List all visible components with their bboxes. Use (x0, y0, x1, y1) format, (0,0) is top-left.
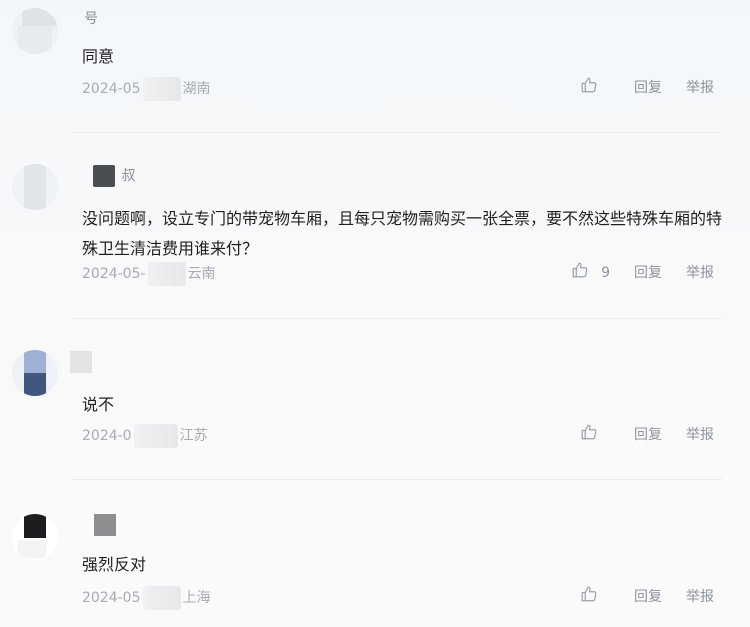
report-button[interactable]: 举报 (686, 424, 714, 446)
comment-actions: 回复 举报 (580, 77, 714, 99)
comment-text: 说不 (82, 395, 115, 414)
comment-meta: 2024-0 江苏 (82, 424, 208, 448)
reply-button[interactable]: 回复 (634, 586, 662, 608)
comment-item: 叔 没问题啊，设立专门的带宠物车厢，且每只宠物需购买一张全票，要不然这些特殊车厢… (0, 133, 750, 318)
username[interactable]: 号 (82, 8, 98, 30)
like-button[interactable]: 9 (571, 261, 610, 286)
comment-date: 2024-0 (82, 428, 132, 444)
report-button[interactable]: 举报 (686, 586, 714, 608)
thumbs-up-icon (580, 585, 598, 610)
blur-mask (142, 586, 181, 610)
comment-meta: 2024-05- 云南 (82, 262, 216, 286)
comment-item: 强烈反对 2024-05 上海 回复 举报 (0, 480, 750, 627)
comment-item: 说不 2024-0 江苏 回复 举报 (0, 319, 750, 479)
comment-actions: 回复 举报 (580, 424, 714, 446)
like-button[interactable] (580, 76, 610, 101)
thumbs-up-icon (580, 76, 598, 101)
comment-text: 同意 (82, 47, 115, 66)
avatar[interactable] (12, 514, 58, 560)
comment-meta: 2024-05 湖南 (82, 77, 211, 101)
like-button[interactable] (580, 585, 610, 610)
reply-button[interactable]: 回复 (634, 77, 662, 99)
username-mask (94, 514, 116, 536)
comment-text: 没问题啊，设立专门的带宠物车厢，且每只宠物需购买一张全票，要不然这些特殊车厢的特… (82, 209, 723, 258)
comment-location: 湖南 (182, 81, 211, 97)
comment-location: 江苏 (179, 428, 208, 444)
comment-location: 上海 (182, 590, 211, 606)
comment-item: 号 同意 2024-05 湖南 回复 举报 (0, 0, 750, 132)
username[interactable]: 叔 (82, 165, 135, 187)
blur-mask (147, 262, 186, 286)
comment-actions: 9 回复 举报 (571, 262, 714, 284)
reply-button[interactable]: 回复 (634, 424, 662, 446)
username-mask (70, 351, 92, 373)
comment-meta: 2024-05 上海 (82, 586, 211, 610)
username[interactable] (70, 351, 94, 373)
avatar[interactable] (12, 164, 58, 210)
comment-list: 号 同意 2024-05 湖南 回复 举报 叔 没问题啊，设立专门的带宠物车厢，且… (0, 0, 750, 627)
avatar-thumb (93, 165, 115, 187)
avatar[interactable] (12, 350, 58, 396)
blur-mask (142, 77, 181, 101)
avatar[interactable] (12, 8, 58, 54)
report-button[interactable]: 举报 (686, 262, 714, 284)
like-button[interactable] (580, 423, 610, 448)
comment-location: 云南 (187, 266, 216, 282)
comment-date: 2024-05 (82, 81, 141, 97)
comment-text: 强烈反对 (82, 555, 147, 574)
blur-mask (133, 424, 178, 448)
username[interactable] (82, 514, 118, 536)
reply-button[interactable]: 回复 (634, 262, 662, 284)
comment-actions: 回复 举报 (580, 586, 714, 608)
thumbs-up-icon (580, 423, 598, 448)
comment-date: 2024-05- (82, 266, 146, 282)
like-count: 9 (601, 265, 610, 281)
comment-date: 2024-05 (82, 590, 141, 606)
report-button[interactable]: 举报 (686, 77, 714, 99)
thumbs-up-icon (571, 261, 589, 286)
